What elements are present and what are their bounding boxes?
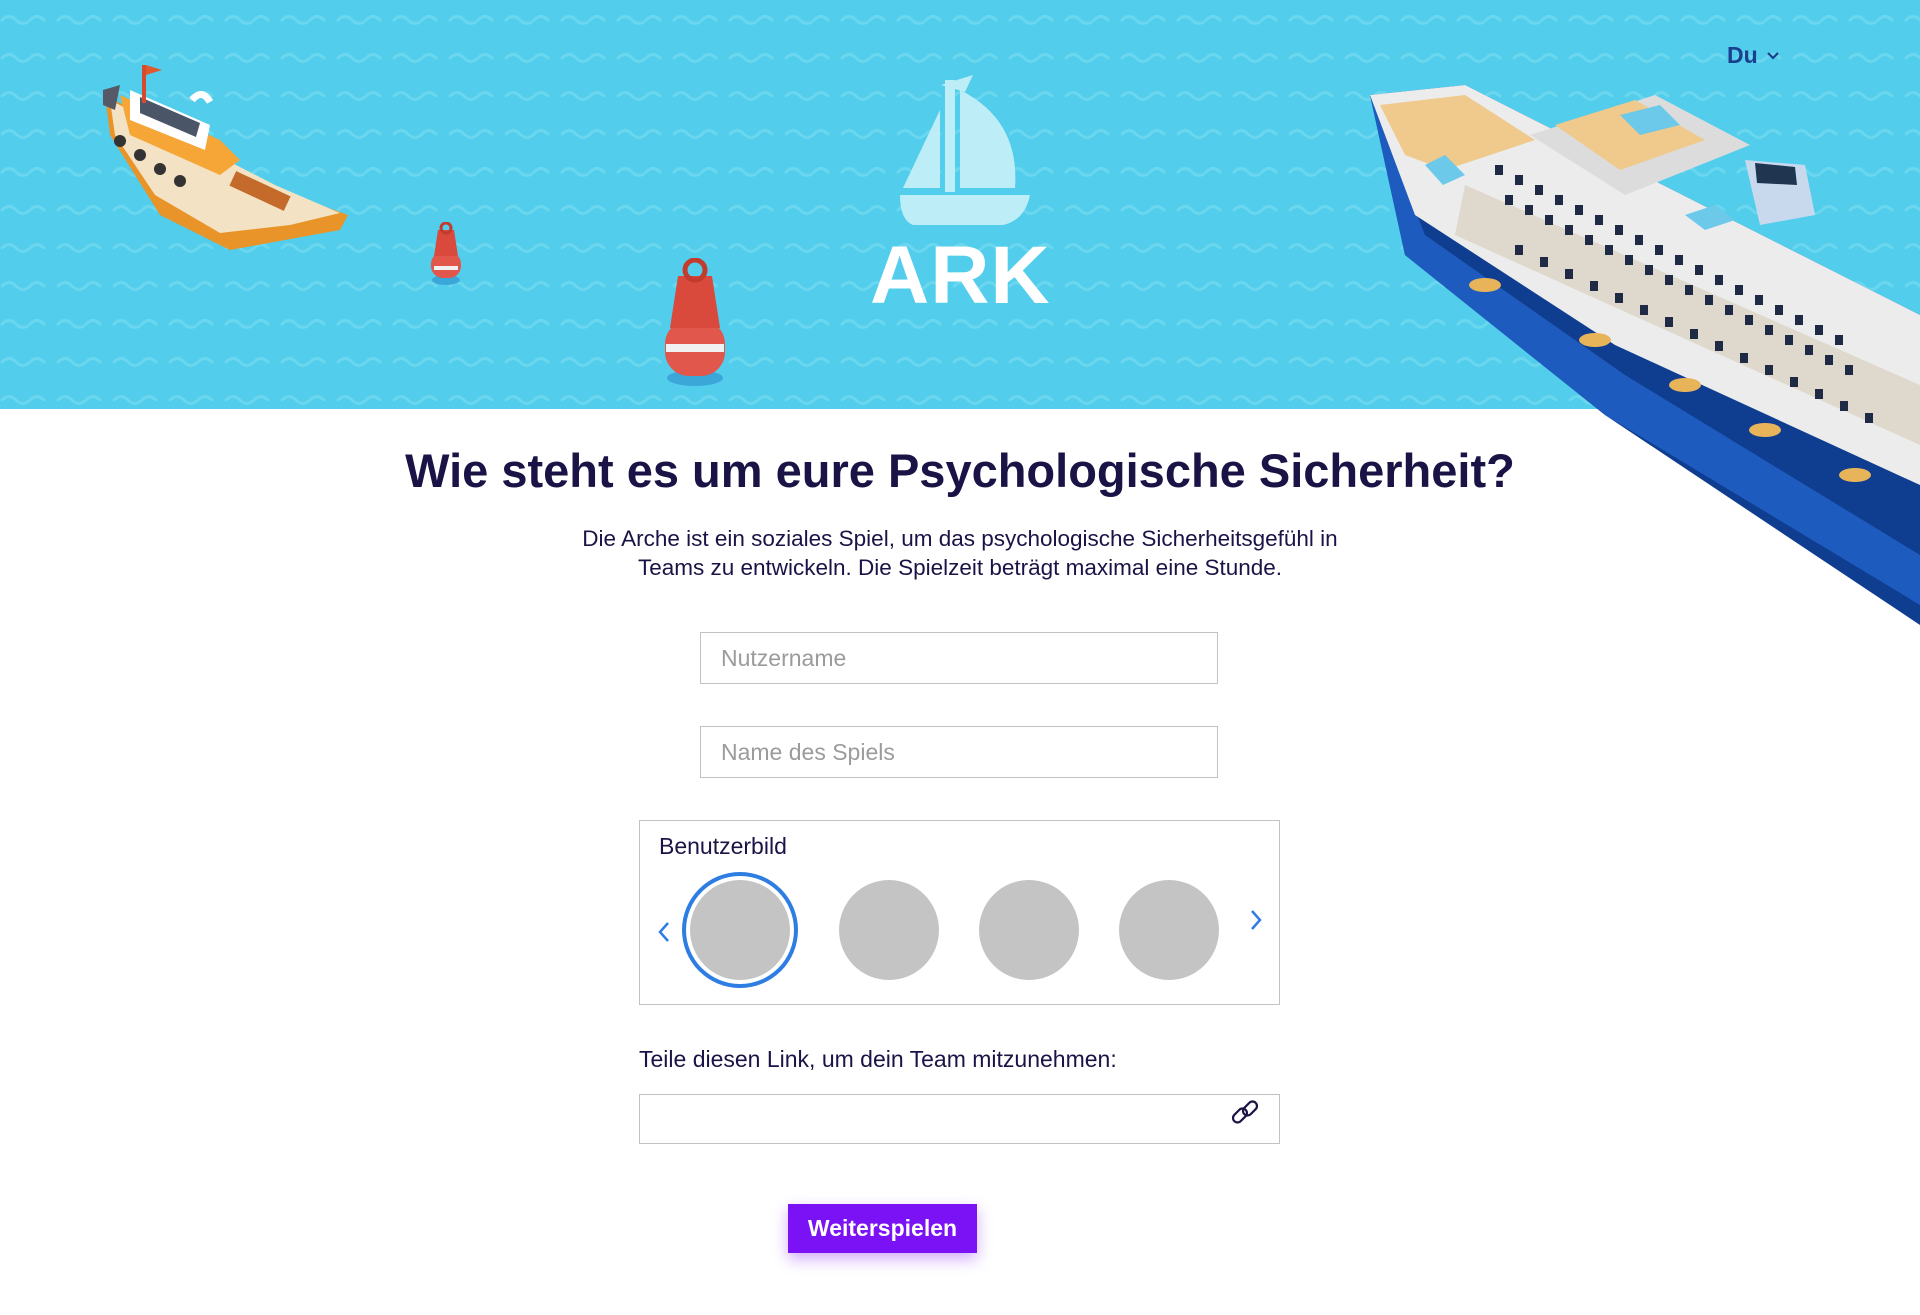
avatar-option[interactable] (979, 880, 1079, 980)
ark-logo: ARK (870, 70, 1050, 320)
avatar-label: Benutzerbild (659, 833, 787, 859)
chevron-down-icon (1766, 51, 1779, 60)
chevron-left-icon[interactable] (657, 921, 671, 943)
game-name-input[interactable] (700, 726, 1218, 778)
avatar-picker: Benutzerbild (639, 820, 1280, 1005)
avatar-option[interactable] (1119, 880, 1219, 980)
intro-line-1: Die Arche ist ein soziales Spiel, um das… (582, 526, 1338, 551)
sailboat-icon (900, 75, 1030, 225)
logo-text: ARK (870, 230, 1051, 321)
buoy-small-illustration (431, 222, 461, 285)
continue-button[interactable]: Weiterspielen (788, 1204, 977, 1253)
intro-text: Die Arche ist ein soziales Spiel, um das… (540, 524, 1380, 582)
cruise-ship-illustration (1370, 85, 1920, 625)
buoy-large-illustration (665, 258, 725, 386)
language-label: Du (1727, 42, 1758, 68)
chevron-right-icon[interactable] (1249, 909, 1263, 931)
share-link-label: Teile diesen Link, um dein Team mitzuneh… (639, 1046, 1117, 1072)
username-input[interactable] (700, 632, 1218, 684)
language-selector[interactable]: Du (1727, 42, 1780, 69)
share-link-field[interactable] (639, 1094, 1280, 1144)
avatar-option[interactable] (690, 880, 790, 980)
link-icon[interactable] (1228, 1096, 1262, 1130)
intro-line-2: Teams zu entwickeln. Die Spielzeit beträ… (637, 555, 1283, 580)
avatar-option[interactable] (839, 880, 939, 980)
tugboat-illustration (103, 65, 348, 250)
